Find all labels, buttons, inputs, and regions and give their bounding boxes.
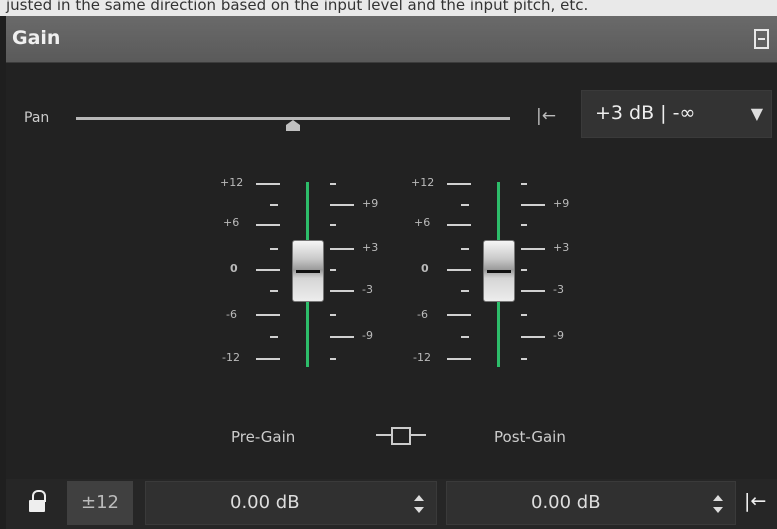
tick-label: -3: [362, 283, 373, 296]
post-gain-value: 0.00 dB: [531, 492, 601, 513]
underlying-text-strip: justed in the same direction based on th…: [0, 0, 777, 16]
pre-gain-label: Pre-Gain: [231, 428, 296, 446]
panel-title: Gain: [12, 27, 61, 49]
pan-reset-icon[interactable]: |←: [536, 106, 556, 126]
tick-label: 0: [230, 262, 238, 275]
underlying-text: justed in the same direction based on th…: [6, 0, 589, 14]
reset-to-start-icon[interactable]: |←: [744, 490, 766, 512]
tick-label: -6: [226, 308, 237, 321]
fader-knob[interactable]: [292, 240, 324, 302]
spin-arrows-icon[interactable]: [414, 495, 424, 513]
tick-label: -3: [553, 283, 564, 296]
tick-label: +6: [414, 216, 431, 229]
tick-label: +3: [553, 241, 570, 254]
pan-label: Pan: [24, 110, 50, 126]
tick-label: +6: [223, 216, 240, 229]
gain-preset-dropdown[interactable]: +3 dB | -∞ ▼: [581, 90, 772, 138]
tick-label: +12: [411, 176, 435, 189]
fader-knob[interactable]: [483, 240, 515, 302]
tick-label: -9: [553, 329, 564, 342]
collapse-icon[interactable]: [754, 29, 769, 49]
post-gain-fader[interactable]: +12 +6 0 -6 -12 +9 +3 -3 -9: [397, 170, 597, 370]
tick-label: -12: [222, 351, 240, 364]
pan-slider-track[interactable]: [76, 117, 510, 120]
range-button[interactable]: ±12: [67, 481, 133, 525]
preset-value: +3 dB | -∞: [595, 102, 696, 124]
tick-label: +9: [362, 197, 379, 210]
link-icon[interactable]: [376, 426, 426, 445]
unlock-icon[interactable]: [28, 490, 46, 512]
tick-label: -9: [362, 329, 373, 342]
tick-label: +9: [553, 197, 570, 210]
panel-titlebar: Gain: [6, 16, 777, 63]
post-gain-label: Post-Gain: [494, 428, 566, 446]
chevron-down-icon: ▼: [750, 104, 763, 123]
tick-label: 0: [421, 262, 429, 275]
post-gain-input[interactable]: 0.00 dB: [446, 481, 736, 525]
tick-label: +12: [220, 176, 244, 189]
tick-label: -12: [413, 351, 431, 364]
pre-gain-value: 0.00 dB: [230, 492, 300, 513]
tick-label: -6: [417, 308, 428, 321]
pre-gain-input[interactable]: 0.00 dB: [145, 481, 437, 525]
tick-label: +3: [362, 241, 379, 254]
pre-gain-fader[interactable]: +12 +6 0 -6 -12 +9 +3 -3 -9: [206, 170, 406, 370]
spin-arrows-icon[interactable]: [713, 495, 723, 513]
